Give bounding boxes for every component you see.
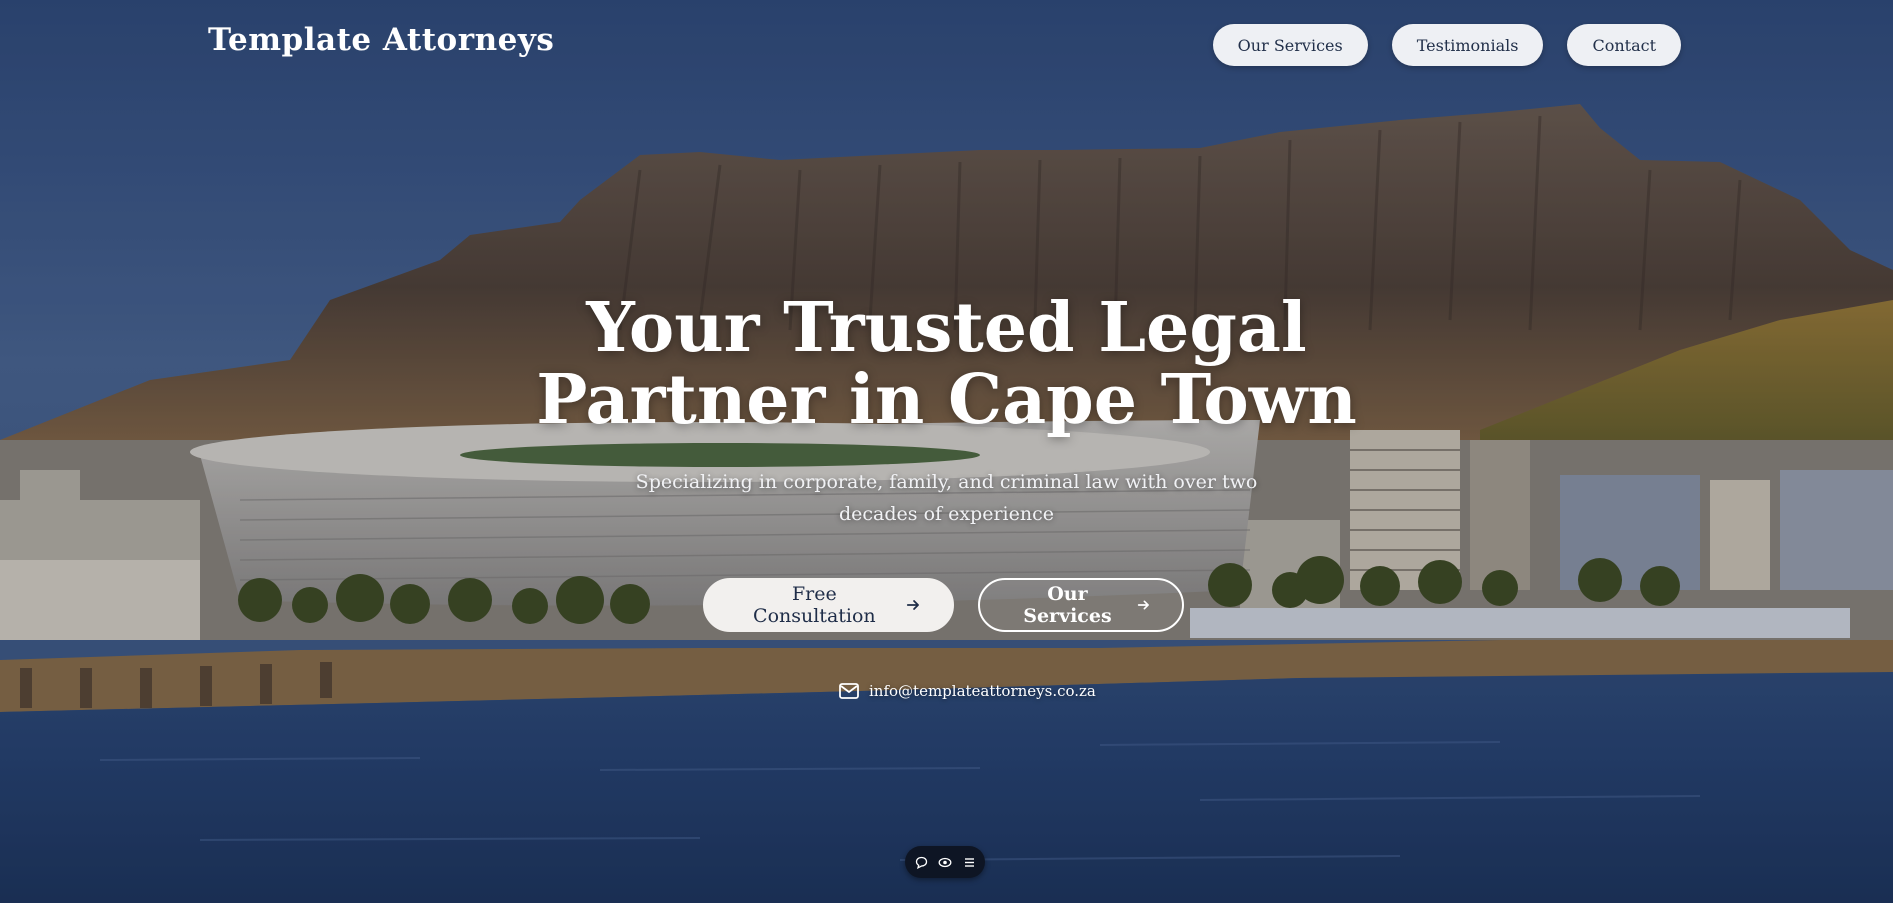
floating-toolbar [905, 846, 985, 878]
nav-our-services-button[interactable]: Our Services [1212, 24, 1368, 66]
hero-headline-line-1: Your Trusted Legal [586, 288, 1307, 368]
hero-overlay [0, 0, 1893, 903]
arrow-right-icon [1137, 600, 1149, 610]
hero-subheading: Specializing in corporate, family, and c… [635, 471, 1258, 525]
chat-icon[interactable] [913, 854, 929, 870]
our-services-cta-label: Our Services [1023, 583, 1112, 627]
nav-contact-button[interactable]: Contact [1567, 24, 1681, 66]
free-consultation-label: Free Consultation [753, 583, 876, 627]
free-consultation-button[interactable]: Free Consultation [703, 578, 954, 632]
main-navigation: Our Services Testimonials Contact [1212, 24, 1681, 66]
arrow-right-icon [906, 600, 919, 610]
hero-section [0, 0, 1893, 903]
our-services-cta-button[interactable]: Our Services [978, 578, 1184, 632]
mail-icon [839, 683, 859, 699]
hero-headline: Your Trusted Legal Partner in Cape Town [0, 292, 1893, 436]
nav-testimonials-button[interactable]: Testimonials [1391, 24, 1544, 66]
menu-icon[interactable] [961, 854, 977, 870]
hero-headline-line-2: Partner in Cape Town [536, 360, 1357, 440]
site-logo[interactable]: Template Attorneys [208, 22, 554, 58]
hero-cta-group: Free Consultation Our Services [703, 578, 1184, 632]
contact-email-text: info@templateattorneys.co.za [869, 682, 1096, 700]
eye-icon[interactable] [937, 854, 953, 870]
contact-email-link[interactable]: info@templateattorneys.co.za [839, 682, 1096, 700]
